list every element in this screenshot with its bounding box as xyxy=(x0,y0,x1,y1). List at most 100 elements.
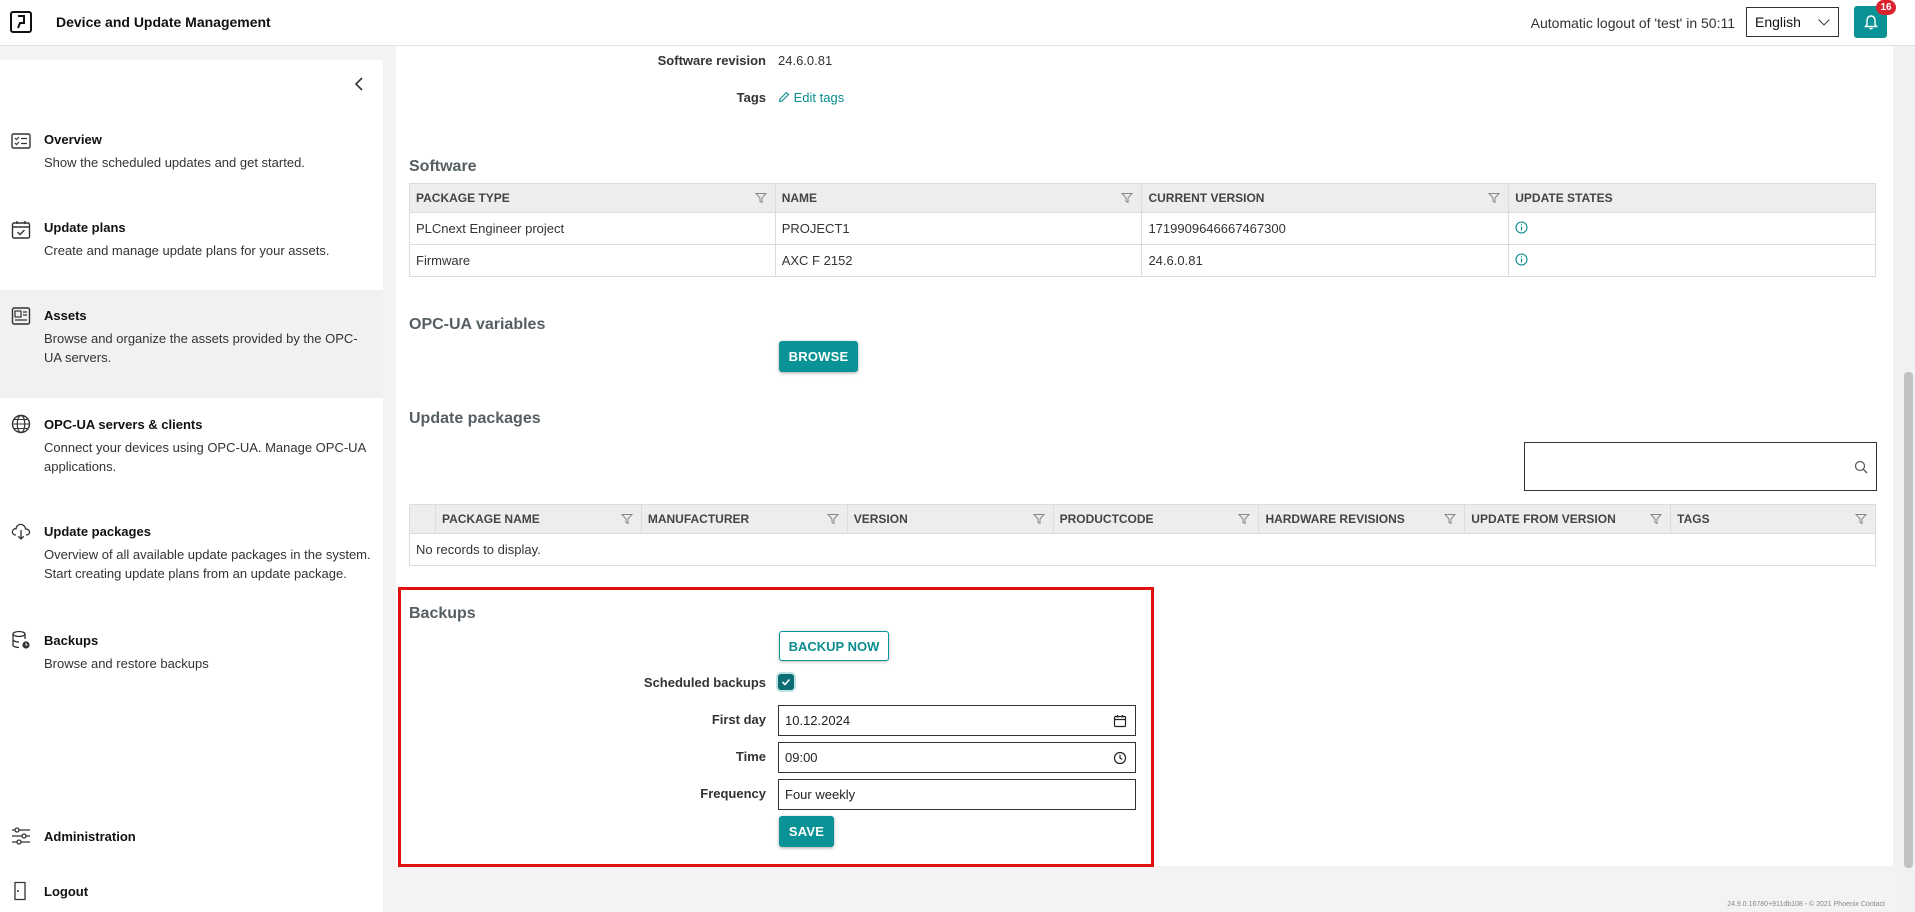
table-row-empty: No records to display. xyxy=(409,533,1876,566)
edit-tags-label: Edit tags xyxy=(793,90,845,105)
table-cell: Firmware xyxy=(409,244,776,277)
table-cell: PLCnext Engineer project xyxy=(409,212,776,245)
sidebar-item-label: Update packages xyxy=(44,524,151,539)
column-header[interactable]: VERSION xyxy=(846,504,1054,534)
filter-icon[interactable] xyxy=(1855,513,1867,525)
first-day-input[interactable]: 10.12.2024 xyxy=(778,705,1136,736)
scheduled-backups-label: Scheduled backups xyxy=(643,675,766,690)
sidebar-item-update-plans[interactable]: Update plans Create and manage update pl… xyxy=(0,220,383,280)
language-value: English xyxy=(1755,14,1801,30)
column-header[interactable]: UPDATE FROM VERSION xyxy=(1464,504,1672,534)
column-header[interactable]: PACKAGE TYPE xyxy=(409,183,776,213)
sidebar-item-label: Logout xyxy=(44,884,89,899)
edit-tags-link[interactable]: Edit tags xyxy=(778,90,844,105)
sidebar-item-opcua-servers[interactable]: OPC-UA servers & clients Connect your de… xyxy=(0,414,383,487)
column-header[interactable]: NAME xyxy=(774,183,1143,213)
column-header[interactable]: CURRENT VERSION xyxy=(1141,183,1510,213)
sidebar-item-logout[interactable]: Logout xyxy=(0,881,383,904)
checklist-icon xyxy=(11,133,31,149)
filter-icon[interactable] xyxy=(1121,192,1134,204)
bell-icon xyxy=(1863,14,1878,29)
sidebar-item-label: Update plans xyxy=(44,220,126,235)
sidebar-item-desc: Browse and organize the assets provided … xyxy=(44,331,358,365)
backup-now-button[interactable]: BACKUP NOW xyxy=(779,631,889,661)
version-footer: 24.9.0.16780+911db108 - © 2021 Phoenix C… xyxy=(1727,901,1885,908)
update-packages-table: PACKAGE NAME MANUFACTURER VERSION PRODUC… xyxy=(409,504,1876,566)
notification-badge: 16 xyxy=(1876,0,1896,15)
chevron-left-icon[interactable] xyxy=(352,77,366,91)
table-cell xyxy=(1508,244,1876,277)
info-icon[interactable] xyxy=(1515,252,1528,266)
sidebar-item-desc: Overview of all available update package… xyxy=(44,547,371,581)
sidebar-item-desc: Browse and restore backups xyxy=(44,656,209,671)
tags-label: Tags xyxy=(736,90,766,105)
clock-icon[interactable] xyxy=(1113,751,1127,765)
app-title: Device and Update Management xyxy=(56,14,271,30)
table-row: Firmware AXC F 2152 24.6.0.81 xyxy=(409,244,1876,277)
sidebar-item-assets[interactable]: Assets Browse and organize the assets pr… xyxy=(0,290,383,398)
browse-button[interactable]: BROWSE xyxy=(779,341,858,372)
sidebar-item-overview[interactable]: Overview Show the scheduled updates and … xyxy=(0,132,383,192)
save-button[interactable]: SAVE xyxy=(779,816,834,847)
cloud-download-icon xyxy=(11,523,31,540)
info-icon[interactable] xyxy=(1515,220,1528,234)
filter-icon[interactable] xyxy=(754,192,767,204)
sidebar-item-label: OPC-UA servers & clients xyxy=(44,417,203,432)
sidebar-item-desc: Show the scheduled updates and get start… xyxy=(44,155,305,170)
language-select[interactable]: English xyxy=(1746,7,1839,37)
scrollbar-thumb[interactable] xyxy=(1904,372,1913,868)
app-header: Device and Update Management Automatic l… xyxy=(0,0,1915,46)
sidebar-item-administration[interactable]: Administration xyxy=(0,827,383,849)
calendar-check-icon xyxy=(11,221,31,239)
filter-icon[interactable] xyxy=(826,513,839,525)
sidebar-item-label: Assets xyxy=(44,308,87,323)
table-cell: PROJECT1 xyxy=(774,212,1143,245)
column-header: UPDATE STATES xyxy=(1508,183,1876,213)
software-revision-label: Software revision xyxy=(657,53,766,68)
package-search-box[interactable] xyxy=(1524,442,1877,491)
logout-door-icon xyxy=(14,881,26,901)
column-header[interactable]: TAGS xyxy=(1670,504,1876,534)
software-table: PACKAGE TYPE NAME CURRENT VERSION UPDATE… xyxy=(409,183,1876,277)
filter-icon[interactable] xyxy=(1444,513,1457,525)
calendar-icon[interactable] xyxy=(1113,714,1127,728)
frequency-value: Four weekly xyxy=(785,787,856,802)
time-input[interactable]: 09:00 xyxy=(778,742,1136,773)
first-day-value: 10.12.2024 xyxy=(785,713,851,728)
opcua-variables-title: OPC-UA variables xyxy=(409,316,546,333)
backups-section-title: Backups xyxy=(409,605,476,622)
table-cell xyxy=(1508,212,1876,245)
sidebar-item-label: Administration xyxy=(44,829,136,844)
sidebar-item-backups[interactable]: Backups Browse and restore backups xyxy=(0,630,383,683)
empty-message: No records to display. xyxy=(409,533,1876,566)
sliders-icon xyxy=(12,827,30,845)
scheduled-backups-checkbox[interactable] xyxy=(778,674,794,690)
first-day-label: First day xyxy=(711,712,766,727)
sidebar-item-update-packages[interactable]: Update packages Overview of all availabl… xyxy=(0,523,383,594)
time-value: 09:00 xyxy=(785,750,818,765)
filter-icon[interactable] xyxy=(1650,513,1663,525)
sidebar-item-label: Backups xyxy=(44,633,99,648)
filter-icon[interactable] xyxy=(1488,192,1501,204)
table-cell: AXC F 2152 xyxy=(774,244,1143,277)
column-header[interactable]: PRODUCTCODE xyxy=(1052,504,1260,534)
auto-logout-notice: Automatic logout of 'test' in 50:11 xyxy=(1530,15,1735,31)
frequency-select[interactable]: Four weekly xyxy=(778,779,1136,810)
column-header[interactable]: PACKAGE NAME xyxy=(434,504,642,534)
update-packages-title: Update packages xyxy=(409,410,541,427)
filter-icon[interactable] xyxy=(1032,513,1045,525)
frequency-label: Frequency xyxy=(700,786,766,801)
sidebar-item-desc: Connect your devices using OPC-UA. Manag… xyxy=(44,440,366,474)
filter-icon[interactable] xyxy=(1238,513,1251,525)
software-revision-value: 24.6.0.81 xyxy=(778,53,833,68)
software-section-title: Software xyxy=(409,158,477,175)
time-label: Time xyxy=(735,749,766,764)
table-cell: 24.6.0.81 xyxy=(1141,244,1510,277)
column-header[interactable]: MANUFACTURER xyxy=(640,504,848,534)
database-backup-icon xyxy=(12,630,30,649)
filter-icon[interactable] xyxy=(620,513,633,525)
package-search-input[interactable] xyxy=(1525,443,1825,488)
search-icon[interactable] xyxy=(1854,460,1868,474)
column-header[interactable]: HARDWARE REVISIONS xyxy=(1258,504,1466,534)
chevron-down-icon xyxy=(1818,14,1830,26)
